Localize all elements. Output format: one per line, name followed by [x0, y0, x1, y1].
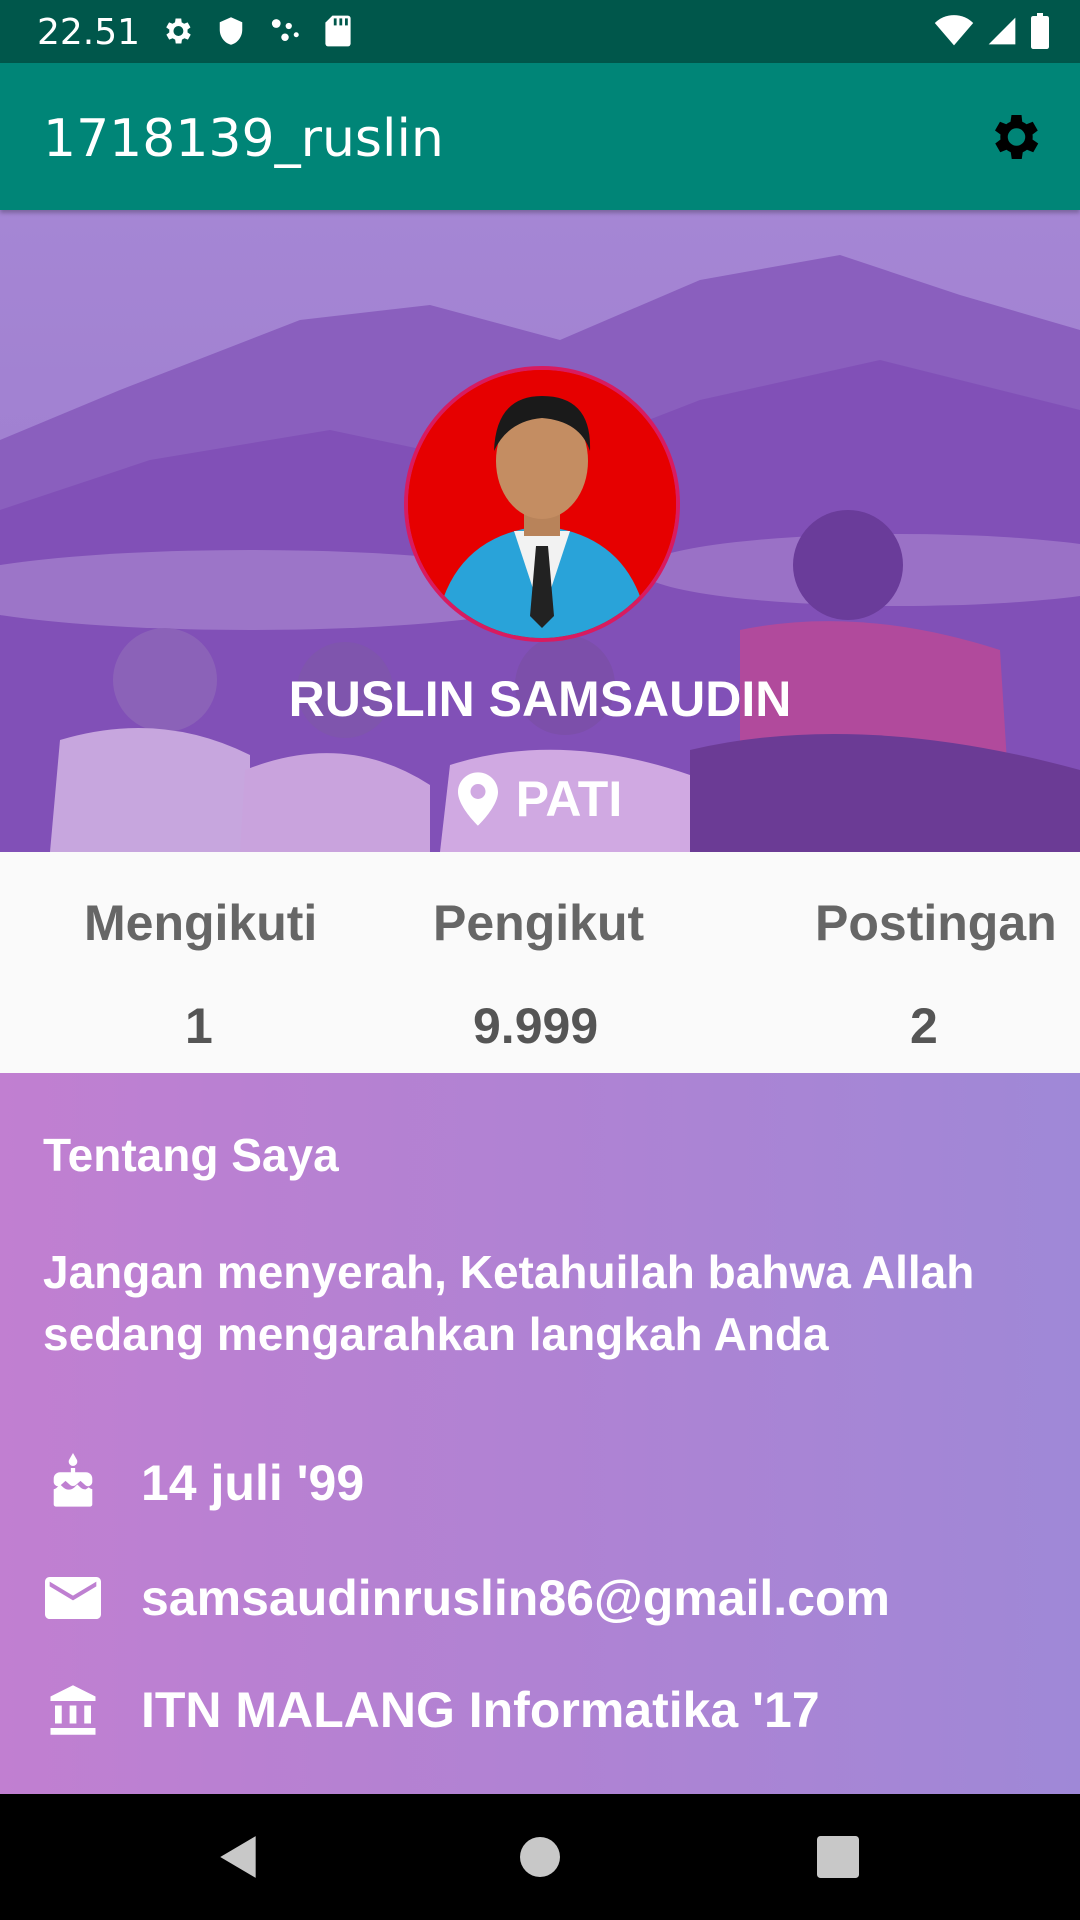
- avatar-photo: [408, 370, 676, 638]
- profile-avatar[interactable]: [404, 366, 680, 642]
- cell-signal-icon: [988, 17, 1016, 45]
- recents-icon[interactable]: [817, 1836, 859, 1878]
- status-notification-icons: [160, 14, 352, 48]
- institution-icon: [43, 1680, 103, 1740]
- about-bio: Jangan menyerah, Ketahuilah bahwa Allah …: [43, 1246, 975, 1360]
- battery-icon: [1031, 13, 1049, 49]
- birthday-row: 14 juli '99: [43, 1453, 364, 1513]
- stat-label-postingan[interactable]: Postingan: [815, 894, 1057, 952]
- birthday-text: 14 juli '99: [141, 1455, 365, 1511]
- sd-card-icon: [325, 15, 351, 47]
- status-time: 22.51: [37, 12, 141, 53]
- profile-location: PATI: [0, 770, 1080, 828]
- back-icon[interactable]: [214, 1832, 264, 1882]
- profile-header: RUSLIN SAMSAUDIN PATI: [0, 210, 1080, 852]
- stat-label-mengikuti[interactable]: Mengikuti: [84, 894, 317, 952]
- wifi-icon: [934, 15, 974, 46]
- app-bar-title: 1718139_ruslin: [43, 109, 444, 169]
- navigation-bar: [0, 1794, 1080, 1920]
- profile-stats: Mengikuti Pengikut Postingan 1 9.999 2: [0, 852, 1080, 1073]
- settings-gear-icon[interactable]: [984, 107, 1044, 167]
- stat-value-pengikut: 9.999: [473, 998, 599, 1054]
- status-bar: 22.51: [0, 0, 1080, 63]
- about-heading: Tentang Saya: [43, 1129, 339, 1181]
- location-text: PATI: [515, 771, 623, 827]
- map-pin-icon: [457, 772, 498, 826]
- stat-label-pengikut[interactable]: Pengikut: [433, 894, 644, 952]
- app-bar: 1718139_ruslin: [0, 63, 1080, 210]
- status-system-icons: [934, 13, 1050, 49]
- about-section: Tentang Saya Jangan menyerah, Ketahuilah…: [0, 1073, 1080, 1794]
- mail-icon: [43, 1568, 103, 1628]
- shield-icon: [219, 17, 243, 45]
- education-row: ITN MALANG Informatika '17: [43, 1680, 820, 1740]
- stat-value-mengikuti: 1: [185, 998, 213, 1054]
- email-text[interactable]: samsaudinruslin86@gmail.com: [141, 1569, 890, 1627]
- profile-name: RUSLIN SAMSAUDIN: [288, 671, 792, 727]
- cake-icon: [43, 1453, 103, 1513]
- settings-notification-icon: [166, 18, 191, 44]
- email-row: samsaudinruslin86@gmail.com: [43, 1568, 890, 1628]
- stat-value-postingan: 2: [910, 998, 938, 1054]
- home-icon[interactable]: [520, 1837, 560, 1877]
- education-text: ITN MALANG Informatika '17: [141, 1682, 820, 1738]
- dots-icon: [271, 19, 299, 41]
